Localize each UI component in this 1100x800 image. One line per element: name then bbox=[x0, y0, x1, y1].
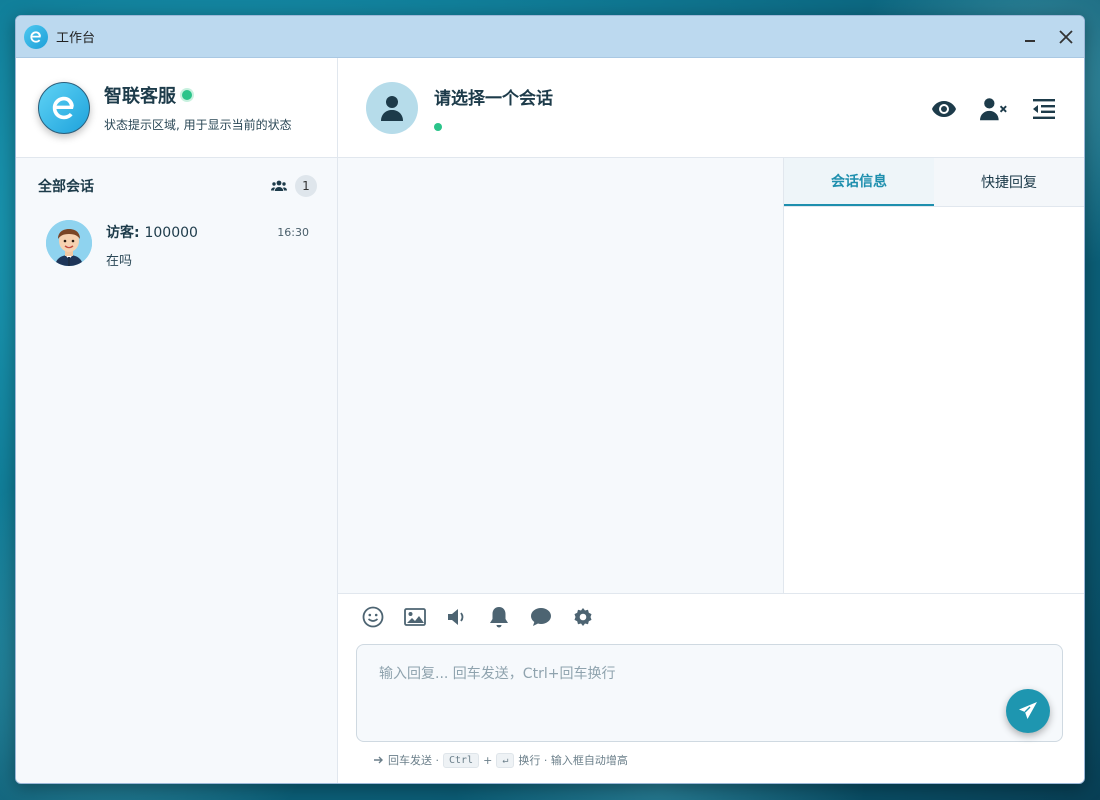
conversation-time: 16:30 bbox=[277, 225, 309, 239]
sidebar: 智联客服 状态提示区域, 用于显示当前的状态 全部会话 1 访客: 100000… bbox=[16, 58, 338, 783]
conversation-count-badge: 1 bbox=[295, 175, 317, 197]
settings-icon bbox=[574, 608, 592, 626]
conversation-item[interactable]: 访客: 100000 16:30 在吗 bbox=[16, 214, 337, 269]
message-area bbox=[338, 158, 784, 593]
status-text: 状态提示区域, 用于显示当前的状态 bbox=[104, 118, 292, 132]
audio-button[interactable] bbox=[446, 606, 468, 628]
image-button[interactable] bbox=[404, 606, 426, 628]
conversation-list-header: 全部会话 1 bbox=[16, 158, 337, 214]
agent-name: 智联客服 bbox=[104, 86, 176, 107]
notify-button[interactable] bbox=[488, 606, 510, 628]
tab-session-info[interactable]: 会话信息 bbox=[784, 158, 934, 206]
chat-header: 请选择一个会话 bbox=[338, 58, 1084, 158]
app-logo-icon bbox=[24, 24, 48, 49]
user-icon bbox=[381, 95, 403, 121]
reply-input-box bbox=[356, 644, 1063, 742]
collapse-panel-icon bbox=[1033, 99, 1055, 119]
view-button[interactable] bbox=[930, 96, 958, 122]
tab-quick-reply[interactable]: 快捷回复 bbox=[934, 158, 1084, 206]
agent-profile: 智联客服 状态提示区域, 用于显示当前的状态 bbox=[16, 58, 337, 158]
toggle-side-panel-button[interactable] bbox=[1030, 96, 1058, 122]
visitor-name-prefix: 访客: bbox=[106, 225, 145, 241]
chat-avatar bbox=[366, 81, 418, 134]
info-tabs: 会话信息 快捷回复 bbox=[784, 158, 1084, 207]
bell-icon bbox=[490, 607, 508, 628]
agent-avatar[interactable] bbox=[38, 81, 90, 134]
visitor-id: 100000 bbox=[144, 225, 198, 241]
chat-title: 请选择一个会话 bbox=[434, 89, 553, 109]
close-icon bbox=[1059, 30, 1073, 44]
close-button[interactable] bbox=[1048, 16, 1084, 58]
composer: 回车发送 · Ctrl + ↵ 换行 · 输入框自动增高 bbox=[338, 594, 1084, 783]
visitor-name: 访客: 100000 bbox=[106, 222, 198, 242]
comment-button[interactable] bbox=[530, 606, 552, 628]
hint-enter-key: ↵ bbox=[496, 752, 515, 768]
reply-input[interactable] bbox=[357, 645, 1062, 741]
info-panel: 会话信息 快捷回复 bbox=[784, 158, 1084, 593]
emoji-icon bbox=[362, 606, 384, 628]
arrow-right-icon bbox=[374, 756, 383, 764]
hint-ctrl-key: Ctrl bbox=[443, 752, 480, 768]
conversation-list-title: 全部会话 bbox=[38, 179, 94, 195]
hint-plus: + bbox=[483, 753, 493, 767]
comment-icon bbox=[531, 608, 551, 626]
online-status-dot bbox=[182, 90, 192, 100]
emoji-button[interactable] bbox=[362, 606, 384, 628]
app-logo-icon bbox=[52, 96, 74, 119]
send-icon bbox=[1019, 702, 1037, 719]
last-message-preview: 在吗 bbox=[106, 254, 133, 269]
image-icon bbox=[404, 608, 426, 626]
send-button[interactable] bbox=[1006, 689, 1050, 733]
chat-status-dot bbox=[434, 123, 442, 131]
window-title: 工作台 bbox=[56, 31, 96, 46]
window-controls bbox=[1012, 16, 1084, 58]
chat-actions bbox=[930, 96, 1058, 122]
users-icon bbox=[271, 180, 287, 191]
remove-visitor-button[interactable] bbox=[980, 96, 1008, 122]
title-bar: 工作台 bbox=[16, 16, 1084, 58]
visitor-avatar bbox=[46, 220, 92, 266]
eye-icon bbox=[932, 101, 956, 117]
hint-send-text: 回车发送 · bbox=[388, 754, 439, 767]
minimize-icon bbox=[1025, 40, 1035, 42]
settings-button[interactable] bbox=[572, 606, 594, 628]
remove-user-icon bbox=[980, 98, 1007, 121]
keyboard-hint: 回车发送 · Ctrl + ↵ 换行 · 输入框自动增高 bbox=[374, 752, 628, 768]
hint-newline-text: 换行 · 输入框自动增高 bbox=[518, 754, 628, 767]
app-window: 工作台 智联客服 状态提示区域, 用于显示当前的状态 全部会话 1 访客: 10… bbox=[15, 15, 1085, 784]
main-panel: 请选择一个会话 会话信息 快捷回复 输入回复... 回车发送，Ctrl+回车换行… bbox=[338, 58, 1084, 783]
composer-toolbar bbox=[338, 594, 1084, 638]
minimize-button[interactable] bbox=[1012, 16, 1048, 58]
volume-icon bbox=[448, 609, 464, 625]
